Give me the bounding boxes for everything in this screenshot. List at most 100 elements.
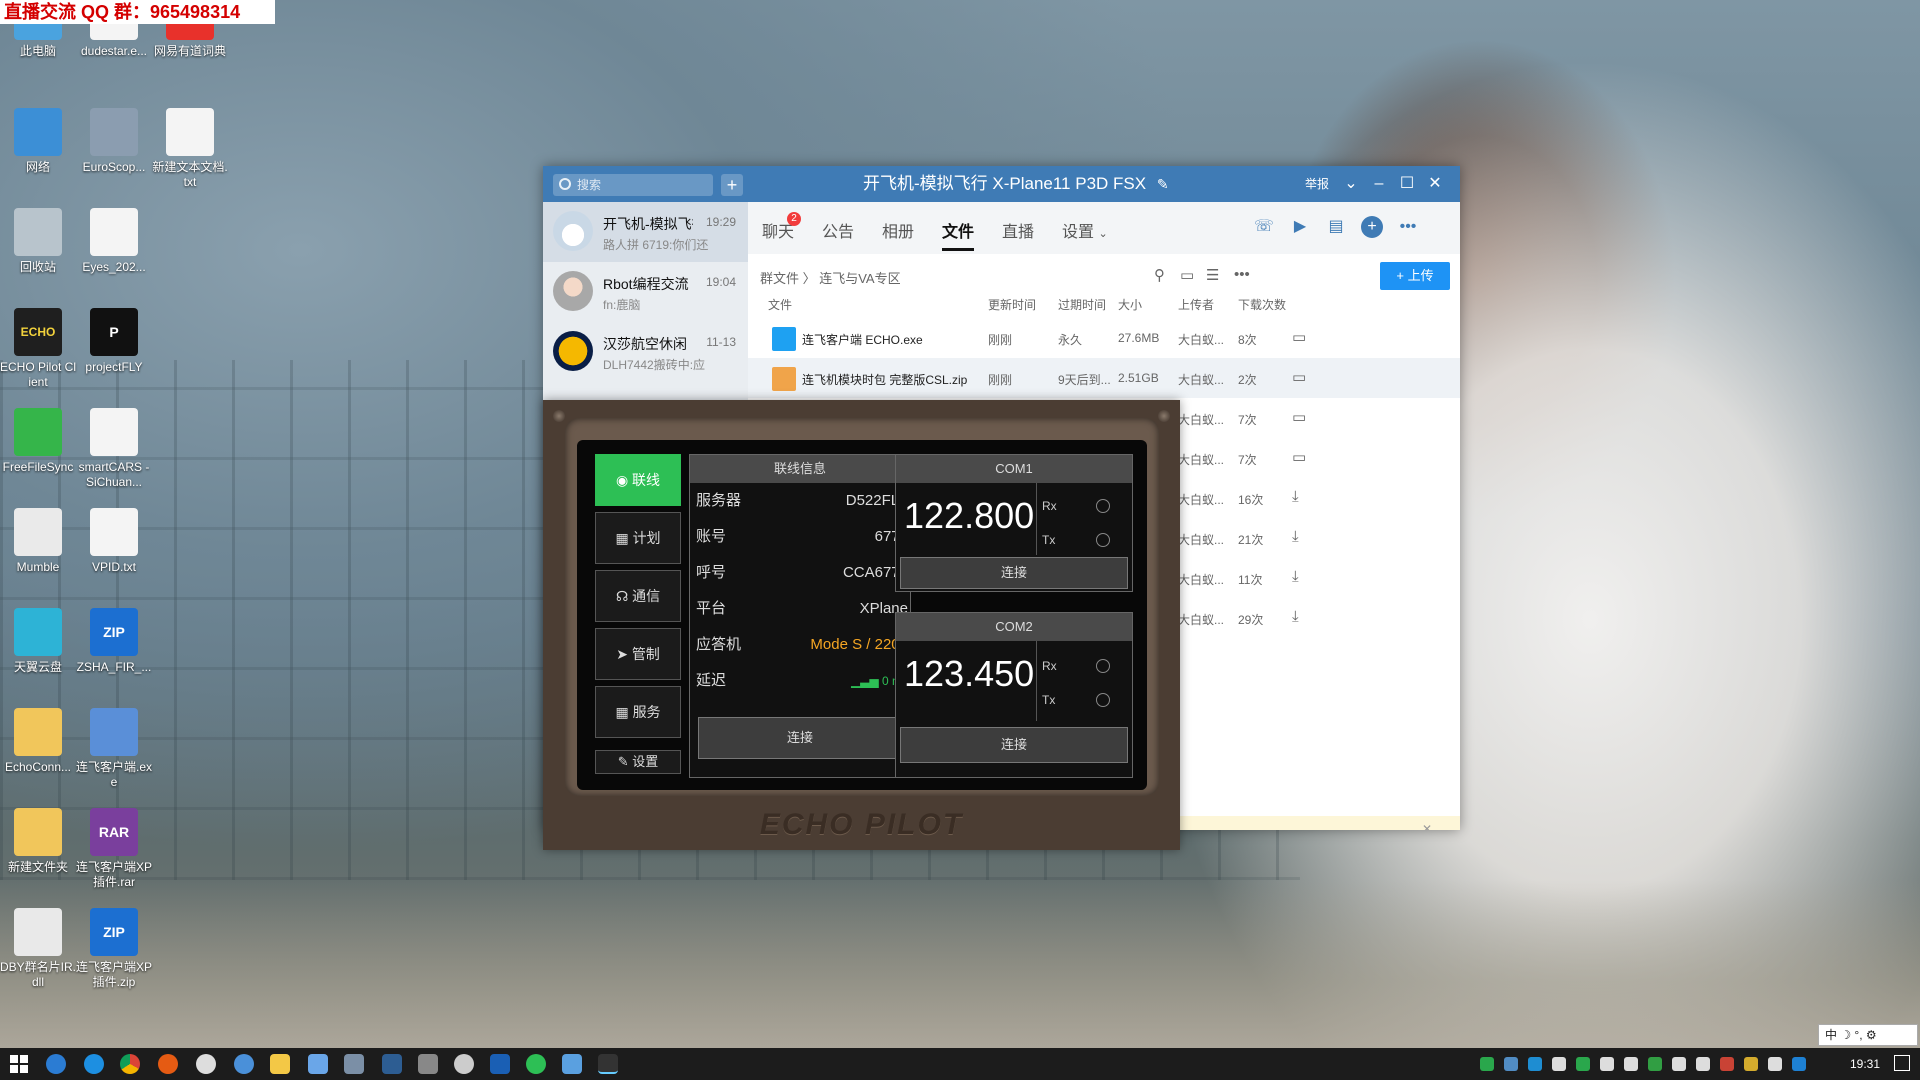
search-icon[interactable]: ⚲ (1154, 266, 1165, 284)
echo-pilot-window[interactable]: ◉ 联线 ▦ 计划 ☊ 通信 ➤ 管制 ▦ 服务 ✎ 设置 联线信息 服务器 D5… (543, 400, 1180, 850)
col-expires[interactable]: 过期时间 (1058, 296, 1106, 313)
desktop-icon[interactable]: Mumble (0, 508, 76, 575)
download-icon[interactable]: ⤓ (1292, 568, 1299, 585)
desktop-icon[interactable]: ECHO ECHO Pilot Client (0, 308, 76, 390)
desktop-icon[interactable]: ZIP 连飞客户端XP插件.zip (76, 908, 152, 990)
file-name[interactable]: 连飞机模块时包 完整版CSL.zip临时 (802, 371, 967, 388)
desktop-icon[interactable]: EuroScop... (76, 108, 152, 175)
tray-icon[interactable] (1744, 1057, 1758, 1071)
folder-icon[interactable]: ▭ (1292, 408, 1306, 426)
com1-connect-button[interactable]: 连接 (900, 557, 1128, 589)
desktop-icon[interactable]: PprojectFLY (76, 308, 152, 375)
notification-icon[interactable] (1894, 1055, 1910, 1071)
tray-icon[interactable] (1552, 1057, 1566, 1071)
download-icon[interactable]: ⤓ (1292, 488, 1299, 505)
col-uploader[interactable]: 上传者 (1178, 296, 1214, 313)
com2-connect-button[interactable]: 连接 (900, 727, 1128, 763)
edge-icon[interactable] (46, 1054, 66, 1074)
upload-button[interactable]: + 上传 (1380, 262, 1450, 290)
connect-button[interactable]: 连接 (698, 717, 902, 759)
folder-icon[interactable]: ▭ (1292, 368, 1306, 386)
desktop-icon[interactable]: EchoConn... (0, 708, 76, 775)
chat-item[interactable]: Rbot编程交流 19:04 fn:鹿脑 (543, 262, 748, 322)
add-button[interactable]: + (721, 174, 743, 196)
tray-icon[interactable] (1768, 1057, 1782, 1071)
tray-icon[interactable] (1600, 1057, 1614, 1071)
app-icon[interactable] (308, 1054, 328, 1074)
ie-icon[interactable] (84, 1054, 104, 1074)
tab-chat[interactable]: 聊天 2 (762, 212, 801, 242)
desktop-icon[interactable]: smartCARS - SiChuan... (76, 408, 152, 490)
folder-icon[interactable]: ▭ (1292, 448, 1306, 466)
tray-icon[interactable] (1720, 1057, 1734, 1071)
qq-search-input[interactable]: 搜索 (553, 174, 713, 196)
windows-start-icon[interactable] (10, 1055, 28, 1073)
chat-item[interactable]: 开飞机-模拟飞行 19:29 路人拼 6719:你们还 (543, 202, 748, 262)
steam-icon[interactable] (382, 1054, 402, 1074)
desktop-icon[interactable]: 网络 (0, 108, 76, 175)
nav-settings[interactable]: ✎ 设置 (595, 750, 681, 774)
nav-connect[interactable]: ◉ 联线 (595, 454, 681, 506)
echo-pilot-taskbar-icon[interactable] (598, 1054, 618, 1074)
desktop-icon[interactable]: 连飞客户端.exe (76, 708, 152, 790)
breadcrumb[interactable]: 群文件 〉 连飞与VA专区 (760, 268, 901, 287)
tab-album[interactable]: 相册 (882, 218, 914, 242)
file-row[interactable]: 连飞客户端 ECHO.exe 刚刚 永久 27.6MB 大白蚁... 8次 ▭ (748, 318, 1460, 358)
tab-settings[interactable]: 设置 ⌄ (1062, 218, 1108, 242)
nav-plan[interactable]: ▦ 计划 (595, 512, 681, 564)
tray-icon[interactable] (1504, 1057, 1518, 1071)
download-icon[interactable]: ⤓ (1292, 608, 1299, 625)
tray-icon[interactable] (1672, 1057, 1686, 1071)
app-icon[interactable] (562, 1054, 582, 1074)
video-icon[interactable]: ▶ (1289, 216, 1311, 238)
tray-icon[interactable] (1696, 1057, 1710, 1071)
more-icon[interactable]: ••• (1397, 216, 1419, 238)
col-file[interactable]: 文件 (768, 296, 792, 313)
tab-live[interactable]: 直播 (1002, 218, 1034, 242)
maximize-button[interactable]: ☐ (1393, 166, 1421, 202)
browser-icon[interactable] (234, 1054, 254, 1074)
tray-icon[interactable] (1648, 1057, 1662, 1071)
more-icon[interactable]: ••• (1234, 266, 1250, 283)
desktop-icon[interactable]: 天翼云盘 (0, 608, 76, 675)
ime-toolbar[interactable]: 中 ☽ °, ⚙ (1818, 1024, 1918, 1046)
edit-title-icon[interactable]: ✎ (1157, 176, 1169, 192)
tab-notice[interactable]: 公告 (822, 218, 854, 242)
app-icon[interactable] (344, 1054, 364, 1074)
desktop-icon[interactable]: FreeFileSync (0, 408, 76, 475)
nav-services[interactable]: ▦ 服务 (595, 686, 681, 738)
explorer-icon[interactable] (270, 1054, 290, 1074)
download-icon[interactable]: ⤓ (1292, 528, 1299, 545)
nav-atc[interactable]: ➤ 管制 (595, 628, 681, 680)
mumble-icon[interactable] (454, 1054, 474, 1074)
desktop-icon[interactable]: RAR 连飞客户端XP插件.rar (76, 808, 152, 890)
desktop-icon[interactable]: Eyes_202... (76, 208, 152, 275)
phone-icon[interactable]: ☏ (1253, 216, 1275, 238)
firefox-icon[interactable] (158, 1054, 178, 1074)
inbox-icon[interactable]: ▭ (1180, 266, 1194, 284)
desktop-icon[interactable]: 回收站 (0, 208, 76, 275)
tray-icon[interactable] (1792, 1057, 1806, 1071)
desktop-icon[interactable]: 新建文本文档.txt (152, 108, 228, 190)
close-button[interactable]: ✕ (1421, 166, 1449, 202)
file-row[interactable]: 连飞机模块时包 完整版CSL.zip临时 刚刚 9天后到... 2.51GB 大白蚁..… (748, 358, 1460, 398)
tray-icon[interactable] (1528, 1057, 1542, 1071)
wechat-icon[interactable] (526, 1054, 546, 1074)
chat-item[interactable]: 汉莎航空休闲 11-13 DLH7442搬砖中:应 (543, 322, 748, 382)
tab-files[interactable]: 文件 (942, 218, 975, 251)
col-downloads[interactable]: 下载次数 (1238, 296, 1286, 313)
desktop-icon[interactable]: 新建文件夹 (0, 808, 76, 875)
class-icon[interactable]: ▤ (1325, 216, 1347, 238)
close-icon[interactable]: ✕ (1422, 816, 1432, 830)
desktop-icon[interactable]: DBY群名片IR.dll (0, 908, 76, 990)
chrome-icon[interactable] (120, 1054, 140, 1074)
com2-frequency[interactable]: 123.450 (904, 653, 1034, 695)
report-button[interactable]: 举报 (1305, 166, 1329, 202)
desktop-icon[interactable]: ZIP ZSHA_FIR_... (76, 608, 152, 675)
chevron-down-icon[interactable]: ⌄ (1337, 166, 1365, 202)
tray-icon[interactable] (1624, 1057, 1638, 1071)
com1-frequency[interactable]: 122.800 (904, 495, 1034, 537)
add-app-icon[interactable]: + (1361, 216, 1383, 238)
xplane-icon[interactable] (490, 1054, 510, 1074)
folder-icon[interactable]: ▭ (1292, 328, 1306, 346)
